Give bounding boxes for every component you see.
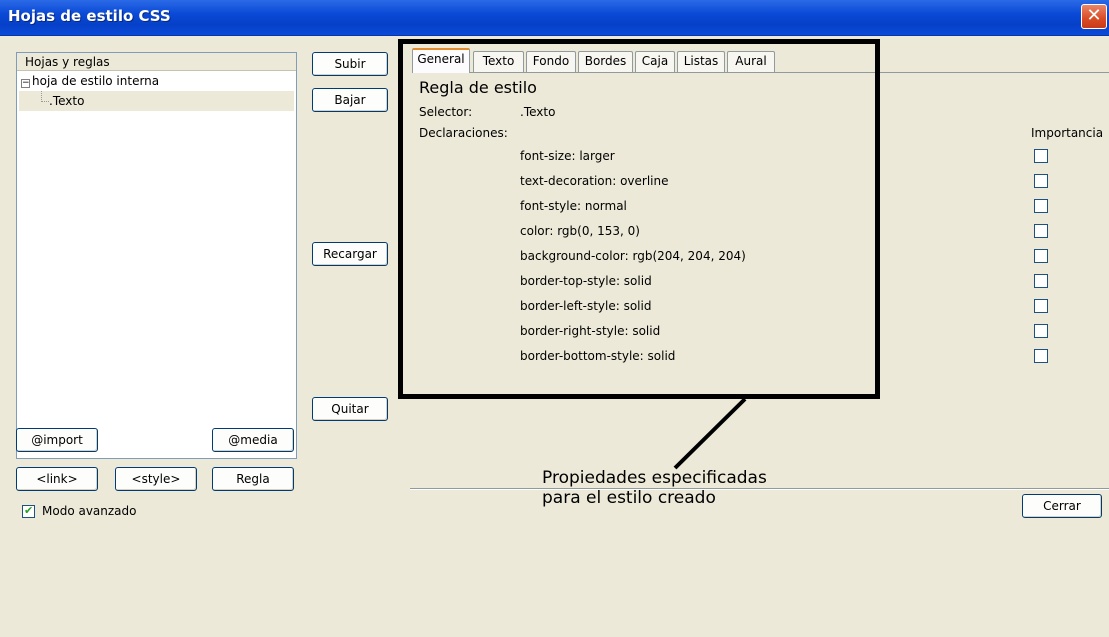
tab-texto[interactable]: Texto xyxy=(473,51,524,72)
tab-bordes[interactable]: Bordes xyxy=(578,51,633,72)
annotation-caption: Propiedades especificadas para el estilo… xyxy=(542,468,767,508)
annotation-line-1: Propiedades especificadas xyxy=(542,468,767,488)
reload-button[interactable]: Recargar xyxy=(312,242,388,266)
declaration-item: border-right-style: solid xyxy=(520,324,661,338)
importance-checkbox[interactable] xyxy=(1034,149,1048,163)
advanced-mode-label: Modo avanzado xyxy=(42,504,137,518)
tree-item-label: hoja de estilo interna xyxy=(32,74,160,88)
close-window-button[interactable]: ✕ xyxy=(1081,4,1107,29)
tree-item-label: .Texto xyxy=(49,94,85,108)
tab-general[interactable]: General xyxy=(412,48,470,73)
rule-heading: Regla de estilo xyxy=(419,78,537,97)
annotation-pointer-line xyxy=(673,397,747,470)
remove-button[interactable]: Quitar xyxy=(312,397,388,421)
declaration-item: border-bottom-style: solid xyxy=(520,349,676,363)
declarations-label: Declaraciones: xyxy=(419,126,508,140)
importance-checkbox[interactable] xyxy=(1034,349,1048,363)
tab-fondo[interactable]: Fondo xyxy=(526,51,576,72)
collapse-icon[interactable]: − xyxy=(21,79,30,88)
title-bar: Hojas de estilo CSS ✕ xyxy=(0,0,1109,36)
tree-connector xyxy=(41,91,49,102)
close-button[interactable]: Cerrar xyxy=(1022,494,1102,518)
tab-aural[interactable]: Aural xyxy=(727,51,775,72)
check-icon: ✔ xyxy=(24,504,34,517)
media-button[interactable]: @media xyxy=(212,428,294,452)
tab-panel xyxy=(412,73,1109,489)
link-button[interactable]: <link> xyxy=(16,467,98,491)
tree-item-texto-rule[interactable]: .Texto xyxy=(19,91,294,111)
declaration-item: text-decoration: overline xyxy=(520,174,669,188)
selector-label: Selector: xyxy=(419,105,473,119)
window-title: Hojas de estilo CSS xyxy=(8,7,171,25)
importance-label: Importancia xyxy=(1031,126,1104,140)
tree-header: Hojas y reglas xyxy=(17,53,296,71)
declaration-item: font-style: normal xyxy=(520,199,627,213)
import-button[interactable]: @import xyxy=(16,428,98,452)
declaration-item: color: rgb(0, 153, 0) xyxy=(520,224,640,238)
tab-caja[interactable]: Caja xyxy=(635,51,675,72)
stylesheet-tree[interactable]: Hojas y reglas − hoja de estilo interna .… xyxy=(16,52,297,459)
importance-checkbox[interactable] xyxy=(1034,274,1048,288)
style-button[interactable]: <style> xyxy=(115,467,197,491)
importance-checkbox[interactable] xyxy=(1034,174,1048,188)
importance-checkbox[interactable] xyxy=(1034,324,1048,338)
tree-item-internal-stylesheet[interactable]: − hoja de estilo interna xyxy=(17,71,296,91)
importance-checkbox[interactable] xyxy=(1034,199,1048,213)
move-up-button[interactable]: Subir xyxy=(312,52,388,76)
importance-checkbox[interactable] xyxy=(1034,224,1048,238)
regla-button[interactable]: Regla xyxy=(212,467,294,491)
importance-checkbox[interactable] xyxy=(1034,249,1048,263)
move-down-button[interactable]: Bajar xyxy=(312,88,388,112)
declaration-item: border-left-style: solid xyxy=(520,299,652,313)
declaration-item: background-color: rgb(204, 204, 204) xyxy=(520,249,746,263)
selector-value: .Texto xyxy=(520,105,556,119)
dialog-client-area: Hojas y reglas − hoja de estilo interna .… xyxy=(0,36,1109,637)
declaration-item: border-top-style: solid xyxy=(520,274,652,288)
annotation-line-2: para el estilo creado xyxy=(542,488,716,508)
importance-checkbox[interactable] xyxy=(1034,299,1048,313)
declaration-item: font-size: larger xyxy=(520,149,615,163)
tab-strip-line xyxy=(412,72,1109,73)
advanced-mode-checkbox[interactable]: ✔ xyxy=(22,504,35,518)
tab-listas[interactable]: Listas xyxy=(677,51,725,72)
close-icon: ✕ xyxy=(1086,5,1102,26)
